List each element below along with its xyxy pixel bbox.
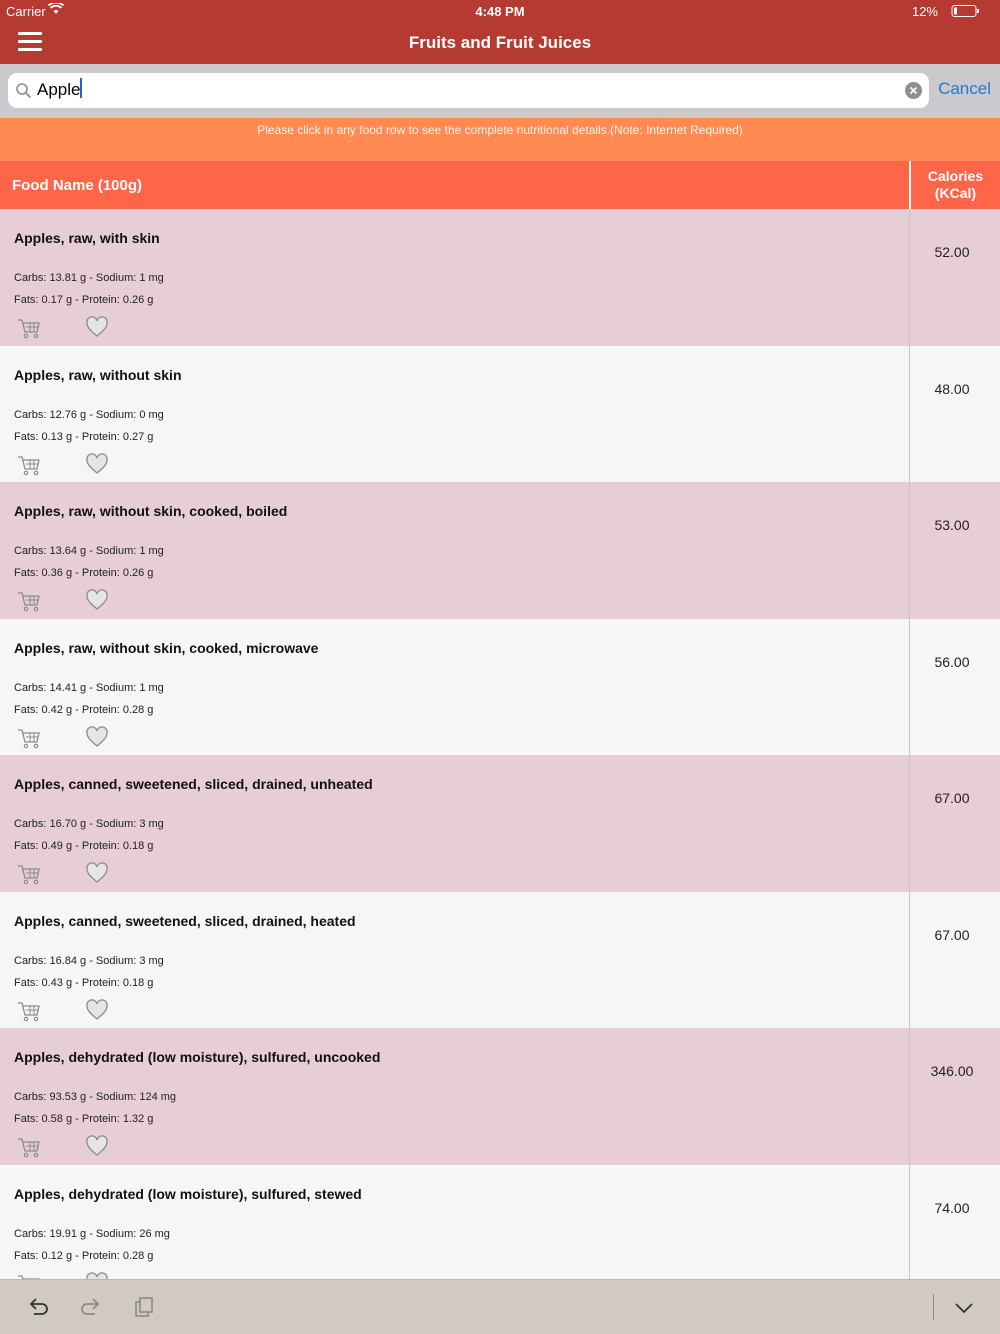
- cart-icon[interactable]: [17, 454, 41, 476]
- paste-icon[interactable]: [131, 1295, 157, 1319]
- cart-icon[interactable]: [17, 727, 41, 749]
- food-name: Apples, canned, sweetened, sliced, drain…: [14, 776, 373, 792]
- table-row[interactable]: Apples, dehydrated (low moisture), sulfu…: [0, 1164, 1000, 1280]
- food-fats-protein: Fats: 0.36 g - Protein: 0.26 g: [14, 567, 154, 579]
- heart-icon[interactable]: [85, 452, 109, 476]
- keyboard-toolbar: [0, 1279, 1000, 1334]
- food-fats-protein: Fats: 0.43 g - Protein: 0.18 g: [14, 976, 154, 989]
- cart-icon[interactable]: [17, 1136, 41, 1158]
- food-carbs-sodium: Carbs: 14.41 g - Sodium: 1 mg: [14, 681, 164, 694]
- battery-percent: 12%: [911, 4, 938, 19]
- search-text[interactable]: Apple: [37, 78, 83, 102]
- table-row[interactable]: Apples, canned, sweetened, sliced, drain…: [0, 891, 1000, 1028]
- food-carbs-sodium: Carbs: 16.70 g - Sodium: 3 mg: [14, 818, 164, 830]
- heart-icon[interactable]: [85, 861, 109, 885]
- column-divider: [909, 482, 910, 619]
- column-divider: [909, 345, 910, 482]
- heart-icon[interactable]: [85, 315, 109, 339]
- food-carbs-sodium: Carbs: 13.81 g - Sodium: 1 mg: [14, 272, 164, 284]
- column-header-calories-line2: (KCal): [934, 185, 977, 201]
- food-name: Apples, dehydrated (low moisture), sulfu…: [14, 1049, 381, 1065]
- column-divider: [909, 618, 910, 755]
- heart-icon[interactable]: [85, 725, 109, 749]
- food-calories: 67.00: [934, 790, 970, 806]
- table-row[interactable]: Apples, raw, with skin Carbs: 13.81 g - …: [0, 209, 1000, 346]
- cart-icon[interactable]: [17, 317, 41, 339]
- toolbar-separator: [933, 1294, 934, 1320]
- food-fats-protein: Fats: 0.12 g - Protein: 0.28 g: [14, 1249, 154, 1262]
- heart-icon[interactable]: [85, 998, 109, 1022]
- search-input[interactable]: Apple: [8, 73, 929, 108]
- food-fats-protein: Fats: 0.49 g - Protein: 0.18 g: [14, 840, 154, 852]
- text-caret: [80, 78, 83, 98]
- food-fats-protein: Fats: 0.42 g - Protein: 0.28 g: [14, 703, 154, 716]
- nav-bar: Fruits and Fruit Juices: [0, 22, 1000, 64]
- search-bar: Apple Cancel: [0, 64, 1000, 118]
- food-list[interactable]: Apples, raw, with skin Carbs: 13.81 g - …: [0, 209, 1000, 1279]
- table-row[interactable]: Apples, canned, sweetened, sliced, drain…: [0, 755, 1000, 892]
- table-row[interactable]: Apples, raw, without skin, cooked, boile…: [0, 482, 1000, 619]
- food-calories: 48.00: [934, 380, 970, 397]
- food-calories: 346.00: [930, 1063, 974, 1079]
- column-divider: [909, 1028, 910, 1165]
- food-name: Apples, raw, without skin, cooked, micro…: [14, 639, 319, 656]
- food-name: Apples, dehydrated (low moisture), sulfu…: [14, 1185, 362, 1202]
- food-name: Apples, raw, with skin: [14, 230, 160, 246]
- food-fats-protein: Fats: 0.17 g - Protein: 0.26 g: [14, 294, 154, 306]
- food-carbs-sodium: Carbs: 19.91 g - Sodium: 26 mg: [14, 1227, 170, 1240]
- clear-icon[interactable]: [905, 82, 922, 99]
- heart-icon[interactable]: [85, 1271, 109, 1280]
- heart-icon[interactable]: [85, 1134, 109, 1158]
- status-bar: Carrier 4:48 PM 12%: [0, 0, 1000, 22]
- undo-icon[interactable]: [25, 1295, 51, 1319]
- column-header-food-name: Food Name (100g): [12, 177, 143, 194]
- cancel-button[interactable]: Cancel: [938, 79, 991, 99]
- column-divider: [909, 891, 910, 1028]
- redo-icon[interactable]: [78, 1295, 104, 1319]
- table-row[interactable]: Apples, raw, without skin, cooked, micro…: [0, 618, 1000, 755]
- food-calories: 52.00: [934, 244, 970, 260]
- page-title: Fruits and Fruit Juices: [408, 33, 592, 52]
- info-banner: Please click in any food row to see the …: [0, 118, 1000, 161]
- food-calories: 53.00: [934, 517, 970, 533]
- battery-icon: [951, 5, 979, 17]
- column-divider: [909, 755, 910, 892]
- table-row[interactable]: Apples, dehydrated (low moisture), sulfu…: [0, 1028, 1000, 1165]
- table-header: Food Name (100g) Calories (KCal): [0, 161, 1000, 209]
- search-icon: [16, 83, 31, 98]
- food-calories: 56.00: [934, 653, 970, 670]
- column-header-calories: Calories (KCal): [911, 168, 1000, 202]
- column-divider: [909, 1164, 910, 1279]
- chevron-down-icon[interactable]: [951, 1295, 977, 1319]
- food-name: Apples, raw, without skin: [14, 366, 182, 383]
- table-row[interactable]: Apples, raw, without skin Carbs: 12.76 g…: [0, 345, 1000, 482]
- food-name: Apples, canned, sweetened, sliced, drain…: [14, 912, 356, 929]
- heart-icon[interactable]: [85, 588, 109, 612]
- food-name: Apples, raw, without skin, cooked, boile…: [14, 503, 288, 519]
- status-time: 4:48 PM: [475, 4, 525, 19]
- food-carbs-sodium: Carbs: 13.64 g - Sodium: 1 mg: [14, 545, 164, 557]
- cart-icon[interactable]: [17, 1000, 41, 1022]
- food-fats-protein: Fats: 0.58 g - Protein: 1.32 g: [14, 1113, 154, 1125]
- food-carbs-sodium: Carbs: 16.84 g - Sodium: 3 mg: [14, 954, 164, 967]
- food-carbs-sodium: Carbs: 93.53 g - Sodium: 124 mg: [14, 1091, 177, 1103]
- column-header-calories-line1: Calories: [927, 168, 984, 184]
- cart-icon[interactable]: [17, 863, 41, 885]
- food-calories: 74.00: [934, 1199, 970, 1216]
- food-fats-protein: Fats: 0.13 g - Protein: 0.27 g: [14, 430, 154, 443]
- column-divider: [909, 209, 910, 346]
- food-calories: 67.00: [934, 926, 970, 943]
- food-carbs-sodium: Carbs: 12.76 g - Sodium: 0 mg: [14, 408, 164, 421]
- cart-icon[interactable]: [17, 590, 41, 612]
